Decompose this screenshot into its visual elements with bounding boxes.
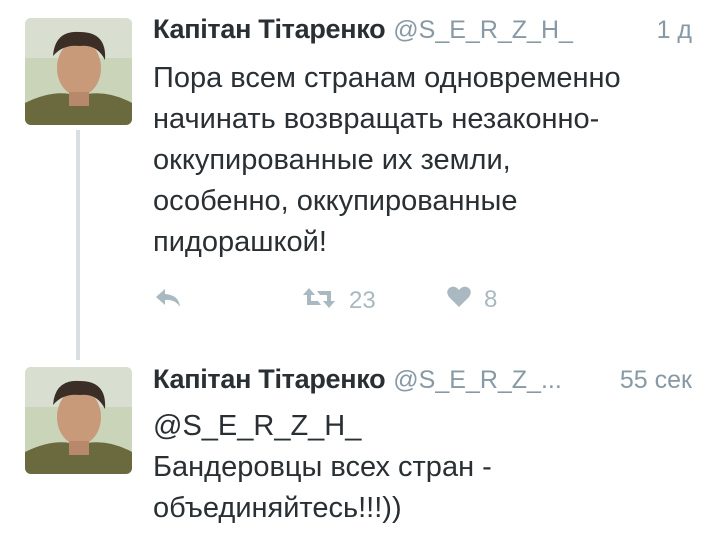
tweet-1[interactable]: Капітан Тітаренко @S_E_R_Z_H_ 1 д Пора в… <box>0 0 720 360</box>
author-handle[interactable]: @S_E_R_Z_... <box>393 366 562 395</box>
author-handle[interactable]: @S_E_R_Z_H_ <box>393 16 573 45</box>
avatar[interactable] <box>25 367 132 474</box>
retweet-button[interactable]: 23 <box>301 285 376 316</box>
author-name[interactable]: Капітан Тітаренко <box>153 14 386 45</box>
thread-connector-line <box>76 130 80 360</box>
reply-icon <box>153 285 183 316</box>
avatar[interactable] <box>25 18 132 125</box>
tweet-text: @S_E_R_Z_H_ Бандеровцы всех стран - объе… <box>153 410 492 524</box>
tweet-text: Пора всем странам одновременно начинать … <box>153 62 621 258</box>
avatar-photo <box>25 367 132 474</box>
tweet-2[interactable]: Капітан Тітаренко @S_E_R_Z_... 55 сек @S… <box>0 350 720 545</box>
retweet-icon <box>301 285 337 316</box>
tweet-header: Капітан Тітаренко @S_E_R_Z_... 55 сек <box>153 364 692 395</box>
tweet-actions: 23 8 <box>153 285 603 325</box>
heart-icon <box>446 285 472 314</box>
like-button[interactable]: 8 <box>446 285 497 314</box>
reply-button[interactable] <box>153 285 183 316</box>
tweet-header: Капітан Тітаренко @S_E_R_Z_H_ 1 д <box>153 14 692 45</box>
tweet-timestamp[interactable]: 1 д <box>657 16 692 45</box>
like-count: 8 <box>484 285 498 313</box>
retweet-count: 23 <box>349 286 376 314</box>
tweet-timestamp[interactable]: 55 сек <box>620 366 692 395</box>
author-name[interactable]: Капітан Тітаренко <box>153 364 386 395</box>
avatar-photo <box>25 18 132 125</box>
